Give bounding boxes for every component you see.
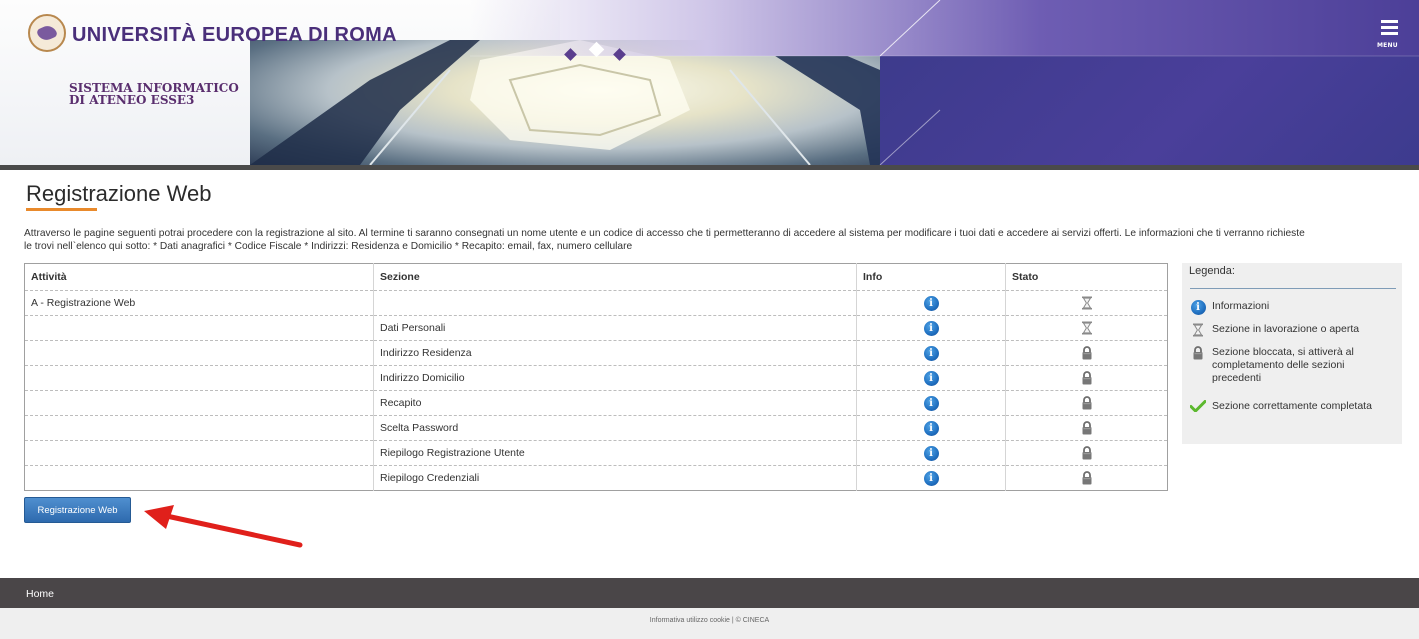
cell-status: [1005, 440, 1168, 466]
cell-activity: [24, 415, 374, 441]
cell-info: i: [856, 340, 1006, 366]
intro-text: Attraverso le pagine seguenti potrai pro…: [24, 228, 1404, 253]
legend-item: i Informazioni: [1190, 300, 1396, 315]
hourglass-icon: [1193, 323, 1203, 337]
hourglass-icon: [1081, 321, 1092, 335]
info-icon[interactable]: i: [923, 295, 939, 311]
registration-steps-table: Attività Sezione Info Stato A - Registra…: [24, 263, 1168, 491]
cell-section: Recapito: [373, 390, 857, 416]
cell-activity: [24, 465, 374, 491]
info-icon[interactable]: i: [923, 470, 939, 486]
cell-status: [1005, 365, 1168, 391]
header-bottom-strip: [0, 165, 1419, 170]
cell-info: i: [856, 465, 1006, 491]
cell-info: i: [856, 440, 1006, 466]
cell-status: [1005, 315, 1168, 341]
info-icon[interactable]: i: [923, 320, 939, 336]
info-icon[interactable]: i: [923, 395, 939, 411]
cell-section: Riepilogo Registrazione Utente: [373, 440, 857, 466]
col-header-info: Info: [856, 263, 1006, 291]
legend-item-label: Sezione in lavorazione o aperta: [1212, 323, 1360, 335]
legend-item-label: Sezione correttamente completata: [1212, 400, 1372, 412]
cell-info: i: [856, 365, 1006, 391]
cell-section: Dati Personali: [373, 315, 857, 341]
lock-icon: [1082, 371, 1091, 385]
table-row: Dati Personali i: [24, 315, 1168, 341]
page-title: Registrazione Web: [26, 181, 212, 206]
cell-section: Scelta Password: [373, 415, 857, 441]
check-icon: [1190, 400, 1206, 412]
site-header: UNIVERSITÀ EUROPEA DI ROMA SISTEMA INFOR…: [0, 0, 1419, 165]
cell-section: Riepilogo Credenziali: [373, 465, 857, 491]
legend-item-label: Informazioni: [1212, 300, 1270, 312]
lock-icon: [1082, 346, 1091, 360]
hourglass-icon: [1081, 296, 1092, 310]
intro-text-line2: le trovi nell`elenco qui sotto: * Dati a…: [24, 240, 633, 252]
legend-item-label: Sezione bloccata, si attiverà al complet…: [1212, 346, 1354, 384]
legend-item: Sezione bloccata, si attiverà al complet…: [1190, 346, 1396, 385]
info-icon[interactable]: i: [923, 420, 939, 436]
cell-info: i: [856, 290, 1006, 316]
info-icon[interactable]: i: [1190, 300, 1206, 315]
table-row: Riepilogo Registrazione Utente i: [24, 440, 1168, 466]
cell-status: [1005, 290, 1168, 316]
info-icon[interactable]: i: [923, 445, 939, 461]
info-icon[interactable]: i: [923, 345, 939, 361]
cell-section: Indirizzo Domicilio: [373, 365, 857, 391]
cell-status: [1005, 415, 1168, 441]
footer-nav-bar: [0, 578, 1419, 608]
table-header-row: Attività Sezione Info Stato: [25, 263, 1168, 291]
legend-panel: Legenda: i Informazioni Sezione in lavoraz…: [1182, 263, 1402, 444]
intro-text-line1: Attraverso le pagine seguenti potrai pro…: [24, 228, 1305, 239]
footer-home-link[interactable]: Home: [26, 588, 54, 600]
lock-icon: [1082, 421, 1091, 435]
table-row: Riepilogo Credenziali i: [24, 465, 1168, 491]
table-row: Indirizzo Residenza i: [24, 340, 1168, 366]
cell-info: i: [856, 315, 1006, 341]
cell-section: [373, 290, 857, 316]
table-row: A - Registrazione Web i: [24, 290, 1168, 316]
cell-activity: [24, 365, 374, 391]
lock-icon: [1082, 446, 1091, 460]
cell-activity: A - Registrazione Web: [24, 290, 374, 316]
legend-item: Sezione correttamente completata: [1190, 400, 1396, 413]
col-header-activity: Attività: [31, 271, 67, 283]
cell-activity: [24, 440, 374, 466]
lock-icon: [1193, 346, 1203, 360]
cell-activity: [24, 340, 374, 366]
footer-cookie-copyright[interactable]: Informativa utilizzo cookie | © CINECA: [0, 617, 1419, 624]
info-icon[interactable]: i: [923, 370, 939, 386]
table-row: Scelta Password i: [24, 415, 1168, 441]
cell-status: [1005, 340, 1168, 366]
red-arrow-annotation: [144, 505, 303, 548]
legend-item: Sezione in lavorazione o aperta: [1190, 323, 1396, 337]
table-row: Indirizzo Domicilio i: [24, 365, 1168, 391]
legend-divider: [1190, 288, 1396, 289]
cell-section: Indirizzo Residenza: [373, 340, 857, 366]
lock-icon: [1082, 396, 1091, 410]
cell-info: i: [856, 390, 1006, 416]
registration-web-button[interactable]: Registrazione Web: [24, 497, 131, 523]
col-header-status: Stato: [1005, 263, 1168, 291]
cell-status: [1005, 465, 1168, 491]
cell-status: [1005, 390, 1168, 416]
cell-info: i: [856, 415, 1006, 441]
cell-activity: [24, 390, 374, 416]
title-underline: [26, 208, 97, 211]
university-logo[interactable]: [28, 14, 66, 52]
legend-title: Legenda:: [1189, 265, 1235, 277]
lock-icon: [1082, 471, 1091, 485]
system-name-line2: DI ATENEO ESSE3: [69, 93, 195, 107]
table-row: Recapito i: [24, 390, 1168, 416]
menu-label: MENU: [1377, 42, 1398, 49]
hamburger-icon: [1381, 20, 1398, 23]
university-name[interactable]: UNIVERSITÀ EUROPEA DI ROMA: [72, 24, 397, 47]
cell-activity: [24, 315, 374, 341]
menu-button[interactable]: MENU: [1376, 18, 1406, 49]
col-header-section: Sezione: [373, 263, 857, 291]
